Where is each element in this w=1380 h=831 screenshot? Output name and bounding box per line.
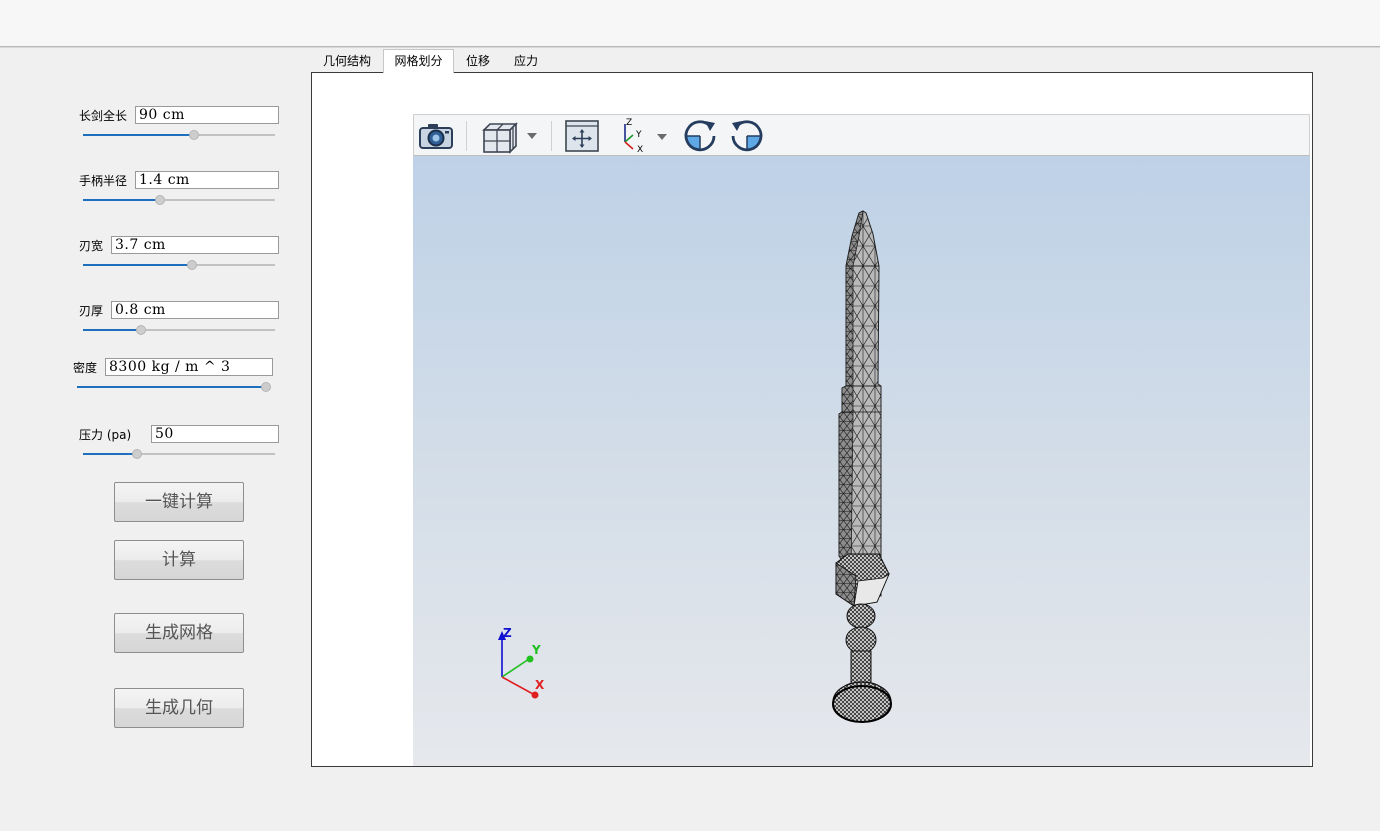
- blade-width-slider[interactable]: [83, 259, 275, 271]
- viewport-canvas[interactable]: Z Y X: [413, 156, 1310, 766]
- view-cube-icon[interactable]: [478, 118, 540, 154]
- tab-displacement[interactable]: 位移: [456, 50, 500, 72]
- window-title-bar: [0, 0, 1380, 47]
- tab-mesh[interactable]: 网格划分: [383, 49, 454, 73]
- fit-view-icon[interactable]: [563, 118, 601, 154]
- toolbar-separator: [466, 121, 467, 151]
- length-input[interactable]: 90 cm: [135, 106, 279, 124]
- param-label-blade-thickness: 刃厚: [79, 304, 104, 318]
- axes-glyph-x: X: [637, 145, 643, 154]
- param-label-handle-radius: 手柄半径: [79, 174, 128, 188]
- calculate-button[interactable]: 计算: [114, 540, 244, 580]
- blade-thickness-slider[interactable]: [83, 324, 275, 336]
- length-slider[interactable]: [83, 129, 275, 141]
- param-label-pressure: 压力 (pa): [79, 428, 132, 442]
- handle-radius-slider[interactable]: [83, 194, 275, 206]
- triad-label-x: X: [535, 678, 545, 692]
- blade-thickness-input[interactable]: 0.8 cm: [111, 301, 279, 319]
- tab-stress[interactable]: 应力: [504, 50, 548, 72]
- one-click-calculate-button[interactable]: 一键计算: [114, 482, 244, 522]
- toolbar-separator: [551, 121, 552, 151]
- axes-glyph-y: Y: [635, 130, 642, 140]
- pressure-slider[interactable]: [83, 448, 275, 460]
- sword-mesh-render: Z Y X: [498, 210, 892, 723]
- param-label-density: 密度: [73, 361, 98, 375]
- axes-orientation-icon[interactable]: Z Y X: [617, 118, 673, 154]
- density-slider[interactable]: [77, 381, 271, 393]
- pressure-input[interactable]: 50: [151, 425, 279, 443]
- camera-icon[interactable]: [417, 118, 455, 154]
- blade-width-input[interactable]: 3.7 cm: [111, 236, 279, 254]
- divider: [0, 47, 1380, 48]
- generate-geometry-button[interactable]: 生成几何: [114, 688, 244, 728]
- triad-label-z: Z: [503, 626, 512, 640]
- orientation-triad: Z Y X: [498, 626, 545, 699]
- sword-blade: [838, 210, 882, 597]
- density-input[interactable]: 8300 kg / m ^ 3: [105, 358, 273, 376]
- viewer-toolbar: Z Y X: [413, 114, 1310, 156]
- axes-glyph-z: Z: [626, 118, 632, 128]
- mesh-viewer: Z Y X Z Y X: [413, 114, 1310, 766]
- generate-mesh-button[interactable]: 生成网格: [114, 613, 244, 653]
- rotate-ccw-icon[interactable]: [727, 118, 767, 154]
- handle-radius-input[interactable]: 1.4 cm: [135, 171, 279, 189]
- sword-guard: [835, 553, 890, 607]
- triad-label-y: Y: [531, 643, 541, 657]
- rotate-cw-icon[interactable]: [680, 118, 720, 154]
- param-label-blade-width: 刃宽: [79, 239, 104, 253]
- sword-handle: [832, 603, 892, 723]
- param-label-length: 长剑全长: [79, 109, 128, 123]
- tab-geometry[interactable]: 几何结构: [312, 50, 382, 72]
